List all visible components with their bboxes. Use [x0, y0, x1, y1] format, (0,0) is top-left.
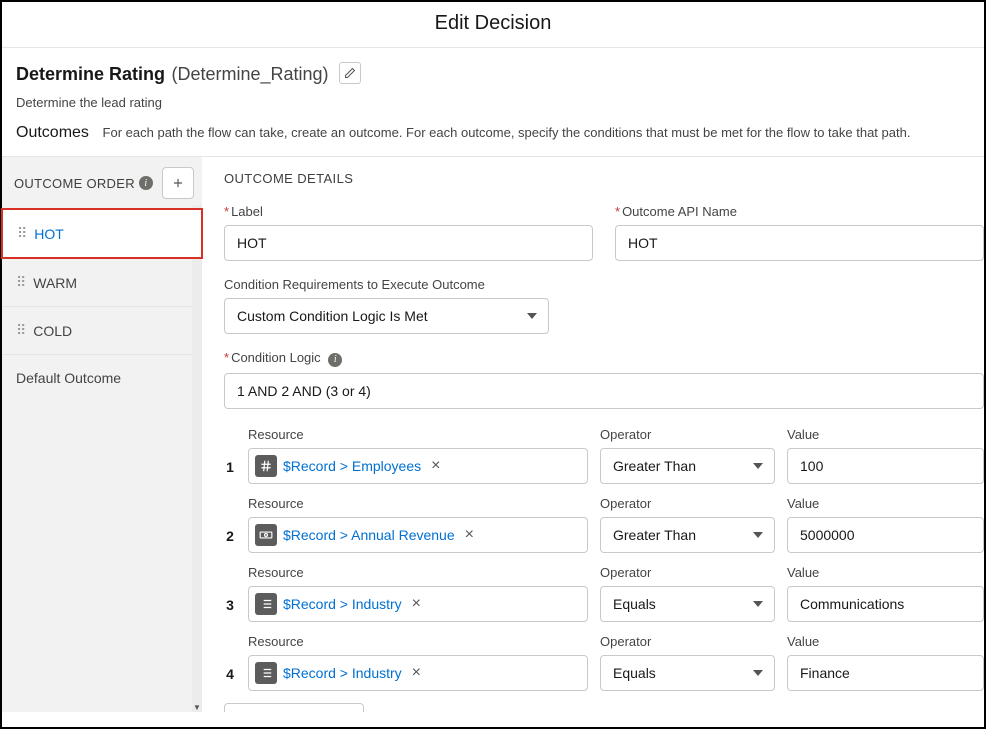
outcome-item-label: WARM: [33, 275, 77, 291]
condition-number: 1: [224, 459, 236, 484]
outcomes-header-row: Outcomes For each path the flow can take…: [2, 120, 984, 157]
resource-type-icon: [255, 455, 277, 477]
operator-value[interactable]: [600, 586, 775, 622]
condition-requirements-value[interactable]: [224, 298, 549, 334]
resource-pill-text: $Record > Employees: [279, 458, 425, 474]
resource-pill-text: $Record > Industry: [279, 596, 406, 612]
decision-title-row: Determine Rating (Determine_Rating): [2, 48, 984, 89]
condition-row: 2 Resource $Record > Annual Revenue× Operat…: [224, 496, 984, 553]
outcome-item-label: Default Outcome: [16, 370, 121, 386]
api-name-input[interactable]: [615, 225, 984, 261]
resource-input[interactable]: $Record > Employees×: [248, 448, 588, 484]
resource-pill-text: $Record > Industry: [279, 665, 406, 681]
condition-number: 2: [224, 528, 236, 553]
outcomes-heading: Outcomes: [16, 124, 89, 141]
drag-handle-icon[interactable]: ⠿: [16, 322, 23, 339]
api-name-field-label: *Outcome API Name: [615, 204, 984, 219]
value-header: Value: [787, 634, 984, 649]
operator-select[interactable]: [600, 655, 775, 691]
resource-input[interactable]: $Record > Annual Revenue×: [248, 517, 588, 553]
outcome-details-panel: OUTCOME DETAILS *Label *Outcome API Name…: [202, 157, 984, 712]
resource-type-icon: [255, 662, 277, 684]
resource-input[interactable]: $Record > Industry×: [248, 586, 588, 622]
add-outcome-button[interactable]: [162, 167, 194, 199]
resource-input[interactable]: $Record > Industry×: [248, 655, 588, 691]
decision-api-name: (Determine_Rating): [171, 64, 328, 84]
condition-number: 4: [224, 666, 236, 691]
add-condition-button[interactable]: + Add Condition: [224, 703, 364, 713]
operator-header: Operator: [600, 565, 775, 580]
condition-logic-input[interactable]: [224, 373, 984, 409]
drag-handle-icon[interactable]: ⠿: [16, 274, 23, 291]
condition-requirements-label: Condition Requirements to Execute Outcom…: [224, 277, 984, 292]
value-header: Value: [787, 496, 984, 511]
resource-header: Resource: [248, 427, 588, 442]
condition-row: 1 Resource $Record > Employees× Operator Val…: [224, 427, 984, 484]
outcome-item-cold[interactable]: ⠿ COLD: [2, 306, 202, 354]
outcomes-help-text: For each path the flow can take, create …: [103, 125, 911, 140]
resource-type-icon: [255, 593, 277, 615]
resource-header: Resource: [248, 634, 588, 649]
condition-number: 3: [224, 597, 236, 622]
operator-value[interactable]: [600, 655, 775, 691]
drag-handle-icon[interactable]: ⠿: [17, 225, 24, 242]
operator-select[interactable]: [600, 448, 775, 484]
condition-logic-label: *Condition Logic i: [224, 350, 984, 367]
operator-header: Operator: [600, 634, 775, 649]
value-header: Value: [787, 427, 984, 442]
condition-row: 3 Resource $Record > Industry× Operator Valu…: [224, 565, 984, 622]
label-input[interactable]: [224, 225, 593, 261]
sidebar-scrollbar[interactable]: ▲ ▼: [192, 205, 202, 712]
operator-header: Operator: [600, 427, 775, 442]
condition-requirements-select[interactable]: [224, 298, 549, 334]
resource-header: Resource: [248, 565, 588, 580]
label-field-label: *Label: [224, 204, 593, 219]
clear-resource-icon[interactable]: ×: [427, 457, 444, 475]
outcome-item-hot[interactable]: ⠿ HOT: [1, 208, 203, 259]
value-header: Value: [787, 565, 984, 580]
operator-select[interactable]: [600, 517, 775, 553]
outcome-order-sidebar: OUTCOME ORDER i ⠿ HOT ⠿ WARM ⠿ COLD Defa…: [2, 157, 202, 712]
operator-select[interactable]: [600, 586, 775, 622]
outcome-item-label: COLD: [33, 323, 72, 339]
decision-description: Determine the lead rating: [2, 89, 984, 120]
plus-icon: +: [241, 712, 252, 713]
outcome-item-warm[interactable]: ⠿ WARM: [2, 258, 202, 306]
edit-label-button[interactable]: [339, 62, 361, 84]
scroll-down-icon[interactable]: ▼: [192, 702, 202, 712]
value-input[interactable]: [787, 586, 984, 622]
operator-header: Operator: [600, 496, 775, 511]
clear-resource-icon[interactable]: ×: [408, 595, 425, 613]
decision-label: Determine Rating: [16, 64, 165, 84]
pencil-icon: [344, 67, 356, 79]
condition-row: 4 Resource $Record > Industry× Operator Valu…: [224, 634, 984, 691]
info-icon[interactable]: i: [139, 176, 153, 190]
value-input[interactable]: [787, 517, 984, 553]
outcome-order-heading: OUTCOME ORDER i: [14, 176, 153, 191]
resource-pill-text: $Record > Annual Revenue: [279, 527, 459, 543]
outcome-item-label: HOT: [34, 226, 64, 242]
info-icon[interactable]: i: [328, 353, 342, 367]
clear-resource-icon[interactable]: ×: [408, 664, 425, 682]
operator-value[interactable]: [600, 448, 775, 484]
clear-resource-icon[interactable]: ×: [461, 526, 478, 544]
outcome-details-heading: OUTCOME DETAILS: [224, 171, 984, 186]
plus-icon: [171, 176, 185, 190]
resource-header: Resource: [248, 496, 588, 511]
resource-type-icon: [255, 524, 277, 546]
modal-title: Edit Decision: [2, 2, 984, 48]
value-input[interactable]: [787, 655, 984, 691]
outcome-item-default[interactable]: Default Outcome: [2, 354, 202, 401]
value-input[interactable]: [787, 448, 984, 484]
operator-value[interactable]: [600, 517, 775, 553]
